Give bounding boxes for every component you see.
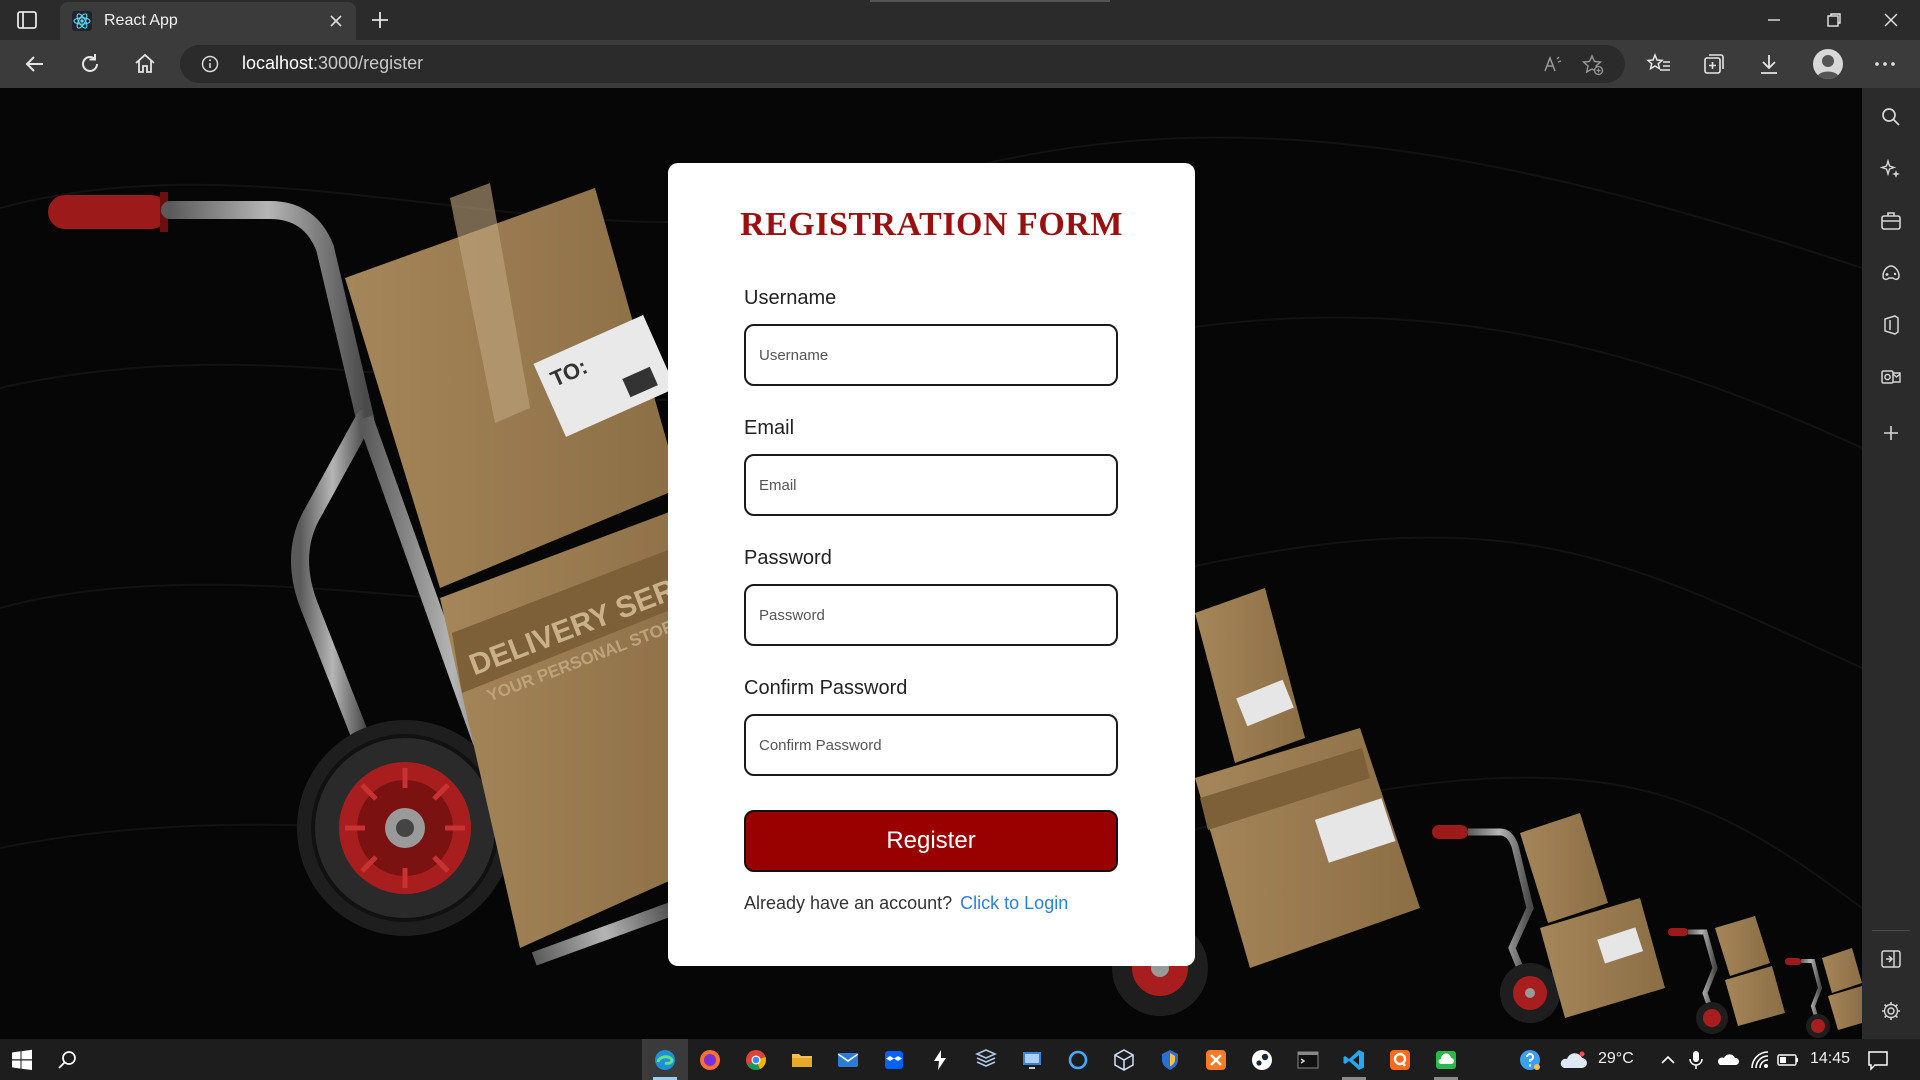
xampp-icon[interactable]	[1204, 1048, 1228, 1072]
browser-tab[interactable]: React App	[60, 2, 356, 40]
office-icon[interactable]	[1880, 314, 1902, 336]
copilot-sparkle-icon[interactable]	[1880, 158, 1902, 180]
confirm-password-label: Confirm Password	[744, 677, 908, 699]
url-path: :3000/register	[313, 53, 424, 73]
cloud-sync-icon[interactable]	[1434, 1048, 1458, 1072]
browser-toolbar: localhost:3000/register	[0, 40, 1920, 88]
games-icon[interactable]	[1880, 262, 1902, 284]
register-button[interactable]: Register	[744, 810, 1118, 872]
restore-icon[interactable]	[1822, 8, 1846, 32]
stack-app-icon[interactable]	[974, 1048, 998, 1072]
battery-icon[interactable]	[1776, 1048, 1800, 1072]
url-text: localhost:3000/register	[242, 53, 423, 74]
confirm-password-input[interactable]	[744, 714, 1118, 776]
security-shield-icon[interactable]	[1158, 1048, 1182, 1072]
lightning-app-icon[interactable]	[928, 1048, 952, 1072]
hide-sidebar-icon[interactable]	[1880, 948, 1902, 970]
profile-icon	[1816, 55, 1840, 79]
login-prompt: Already have an account? Click to Login	[744, 893, 1068, 914]
clock-time: 14:45	[1810, 1050, 1851, 1067]
small-hand-truck	[1432, 813, 1665, 1023]
outlook-icon[interactable]	[1880, 366, 1902, 388]
collections-icon[interactable]	[1701, 51, 1727, 77]
page-viewport: TO: DELIVERY SERVICE YOUR PERSONAL STORA…	[0, 88, 1862, 1039]
login-prompt-text: Already have an account?	[744, 893, 953, 913]
large-hand-truck: TO: DELIVERY SERVICE YOUR PERSONAL STORA…	[48, 183, 745, 966]
weather-cloud-icon[interactable]	[1558, 1048, 1588, 1072]
address-bar[interactable]: localhost:3000/register	[180, 45, 1625, 83]
minimize-icon[interactable]	[1762, 8, 1786, 32]
username-input[interactable]	[744, 324, 1118, 386]
edge-browser-icon[interactable]	[653, 1048, 677, 1072]
sidebar-divider	[1872, 930, 1910, 931]
settings-gear-icon[interactable]	[1880, 1000, 1902, 1022]
registration-card: REGISTRATION FORM Username Email Passwor…	[668, 163, 1195, 966]
profile-avatar[interactable]	[1813, 49, 1843, 79]
3d-box-icon[interactable]	[1112, 1048, 1136, 1072]
steam-icon[interactable]	[1250, 1048, 1274, 1072]
home-icon[interactable]	[132, 51, 158, 77]
tools-briefcase-icon[interactable]	[1880, 210, 1902, 232]
add-favorite-icon[interactable]	[1582, 54, 1604, 76]
onedrive-icon[interactable]	[1716, 1048, 1740, 1072]
notifications-icon[interactable]	[1866, 1048, 1890, 1072]
dropbox-icon[interactable]	[882, 1048, 906, 1072]
refresh-icon[interactable]	[77, 51, 103, 77]
login-link[interactable]: Click to Login	[960, 893, 1068, 913]
more-options-icon[interactable]	[1872, 51, 1898, 77]
new-tab-icon[interactable]	[368, 8, 392, 32]
windows-start-icon[interactable]	[10, 1048, 34, 1072]
site-info-icon[interactable]	[201, 55, 219, 73]
form-title: REGISTRATION FORM	[740, 206, 1123, 243]
tab-close-icon[interactable]	[326, 11, 346, 31]
read-aloud-icon[interactable]	[1542, 54, 1564, 76]
temperature-text: 29°C	[1598, 1050, 1634, 1067]
react-icon	[72, 11, 92, 31]
cortana-icon[interactable]	[1066, 1048, 1090, 1072]
password-input[interactable]	[744, 584, 1118, 646]
tiny-hand-truck	[1668, 916, 1785, 1034]
tray-overflow-chevron-icon[interactable]	[1656, 1048, 1680, 1072]
remote-desktop-icon[interactable]	[1020, 1048, 1044, 1072]
tiniest-hand-truck	[1785, 948, 1862, 1038]
email-input[interactable]	[744, 454, 1118, 516]
edge-sidebar	[1862, 88, 1920, 1039]
vscode-icon[interactable]	[1342, 1048, 1366, 1072]
favorites-icon[interactable]	[1646, 51, 1672, 77]
tab-actions-icon[interactable]	[16, 9, 38, 31]
password-label: Password	[744, 547, 832, 569]
close-window-icon[interactable]	[1879, 8, 1903, 32]
help-icon[interactable]	[1518, 1048, 1542, 1072]
taskbar-search-icon[interactable]	[56, 1048, 80, 1072]
search-icon[interactable]	[1880, 106, 1902, 128]
username-label: Username	[744, 287, 837, 309]
qbittorrent-icon[interactable]	[1388, 1048, 1412, 1072]
url-host: localhost	[242, 53, 314, 73]
windows-taskbar: 29°C 14:45	[0, 1039, 1920, 1080]
firefox-icon[interactable]	[698, 1048, 722, 1072]
wifi-icon[interactable]	[1748, 1048, 1772, 1072]
download-icon[interactable]	[1756, 51, 1782, 77]
chrome-icon[interactable]	[744, 1048, 768, 1072]
terminal-icon[interactable]	[1296, 1048, 1320, 1072]
email-label: Email	[744, 417, 795, 439]
file-explorer-icon[interactable]	[790, 1048, 814, 1072]
back-arrow-icon[interactable]	[22, 51, 48, 77]
drag-region-indicator	[870, 0, 1110, 2]
browser-titlebar: React App	[0, 0, 1920, 40]
mail-icon[interactable]	[836, 1048, 860, 1072]
add-sidebar-app-icon[interactable]	[1880, 422, 1902, 444]
tab-title: React App	[104, 12, 178, 29]
microphone-icon[interactable]	[1684, 1048, 1708, 1072]
